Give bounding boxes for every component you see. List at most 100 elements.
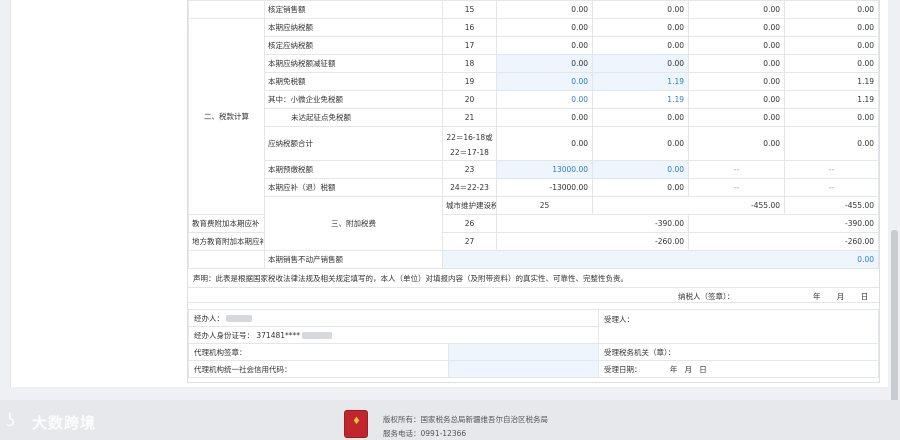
handler-id-cell: 经办人身份证号： 371481**** — [187, 326, 600, 344]
line-number: 26 — [442, 214, 497, 233]
value-cell: 0.00 — [496, 126, 593, 161]
item-label: 未达起征点免税额 — [264, 108, 443, 127]
line-number: 18 — [442, 54, 497, 73]
redacted-id — [302, 332, 333, 339]
line-formula-1: 22＝16-18或 — [446, 132, 493, 142]
item-label: 城市维护建设税本期应补（退）税额 — [442, 196, 497, 215]
line-number: 17 — [442, 36, 497, 55]
line-number: 22＝16-18或 22＝17-18 — [442, 126, 497, 161]
value-cell: 1.19 — [784, 72, 879, 91]
handler-label: 经办人： — [194, 313, 224, 323]
declaration-text: 声明：此表是根据国家税收法律法规及相关规定填写的，本人（单位）对填报内容（及附带… — [188, 269, 879, 288]
value-cell: 0.00 — [496, 0, 593, 19]
input-cell[interactable]: 1.19 — [592, 72, 689, 91]
receive-date-ymd: 年 月 日 — [669, 364, 707, 374]
receiver-office-cell: 受理税务机关（章）： — [598, 343, 880, 361]
prepaid-input[interactable]: 0.00 — [592, 160, 689, 179]
section-tax-calc: 二、税款计算 — [188, 18, 265, 215]
value-cell: -455.00 — [592, 196, 785, 215]
tax-form: 核定销售额 15 0.00 0.00 0.00 0.00 二、税款计算 本期应纳… — [187, 0, 880, 383]
value-cell: 0.00 — [688, 90, 785, 109]
agency-seal-cell: 代理机构签章： — [188, 343, 449, 361]
item-label: 本期应纳税额减征额 — [264, 54, 443, 73]
value-cell: -- — [688, 160, 785, 179]
tax-calc-table: 核定销售额 15 0.00 0.00 0.00 0.00 二、税款计算 本期应纳… — [188, 0, 879, 269]
line-number: 19 — [442, 72, 497, 91]
input-cell[interactable]: 0.00 — [496, 72, 593, 91]
item-label: 本期免税额 — [264, 72, 443, 91]
line-number: 23 — [442, 160, 497, 179]
value-cell: 0.00 — [784, 126, 879, 161]
value-cell: -455.00 — [784, 196, 879, 215]
tax-emblem-icon — [344, 410, 368, 438]
value-cell: 0.00 — [688, 108, 785, 127]
line-formula-2: 22＝17-18 — [450, 147, 489, 157]
redacted-name — [226, 315, 253, 322]
value-cell: 0.00 — [688, 126, 785, 161]
value-cell: 0.00 — [496, 36, 593, 55]
table-row: 经办人： 受理人： — [187, 309, 880, 344]
handler-id-label: 经办人身份证号： — [194, 330, 254, 340]
content-panel: 核定销售额 15 0.00 0.00 0.00 0.00 二、税款计算 本期应纳… — [10, 0, 888, 387]
line-number: 24＝22-23 — [442, 178, 497, 197]
table-row: 核定应纳税额 17 0.00 0.00 0.00 0.00 — [189, 36, 879, 55]
value-cell: 0.00 — [784, 54, 879, 73]
receiver-cell: 受理人： — [598, 309, 880, 344]
value-cell: 0.00 — [496, 18, 593, 37]
value-cell: 1.19 — [784, 90, 879, 109]
agency-seal-input[interactable] — [447, 343, 600, 361]
footer-phone: 服务电话：0991-12366 — [383, 429, 467, 438]
item-label: 核定应纳税额 — [264, 36, 443, 55]
input-cell[interactable]: 0.00 — [592, 54, 689, 73]
item-label: 教育费附加本期应补（退）费额 — [188, 214, 265, 233]
value-cell: -260.00 — [496, 232, 689, 251]
value-cell: -- — [784, 178, 879, 197]
input-cell[interactable]: 0.00 — [496, 54, 593, 73]
realestate-input[interactable]: 0.00 — [442, 250, 879, 269]
value-cell: 0.00 — [592, 18, 689, 37]
taxpayer-sign-label: 纳税人（签章）： — [678, 292, 735, 301]
item-label: 应纳税额合计 — [264, 126, 443, 161]
agency-seal-label: 代理机构签章： — [194, 347, 247, 357]
footer-copyright: 版权所有：国家税务总局新疆维吾尔自治区税务局 — [383, 415, 548, 424]
value-cell: 0.00 — [592, 178, 689, 197]
line-number: 16 — [442, 18, 497, 37]
item-label: 核定销售额 — [264, 0, 443, 19]
value-cell: 0.00 — [688, 72, 785, 91]
value-cell: 0.00 — [496, 90, 593, 109]
item-label: 本期销售不动产销售额 — [264, 250, 443, 269]
line-number: 21 — [442, 108, 497, 127]
value-cell: 0.00 — [784, 0, 879, 19]
table-row: 三、附加税费 城市维护建设税本期应补（退）税额 25 -455.00 -455.… — [189, 196, 879, 251]
item-label: 本期预缴税额 — [264, 160, 443, 179]
value-cell: -390.00 — [688, 214, 879, 233]
table-row: 应纳税额合计 22＝16-18或 22＝17-18 0.00 0.00 0.00… — [189, 126, 879, 161]
section-cell — [188, 0, 265, 19]
value-cell: 0.00 — [592, 108, 689, 127]
value-cell: -260.00 — [688, 232, 879, 251]
line-number: 27 — [442, 232, 497, 251]
value-cell: 0.00 — [784, 108, 879, 127]
section-surtax: 三、附加税费 — [264, 196, 443, 251]
prepaid-input[interactable]: 13000.00 — [496, 160, 593, 179]
value-cell: -390.00 — [496, 214, 689, 233]
value-cell: 0.00 — [688, 54, 785, 73]
table-row: 本期应补（退）税额 24＝22-23 -13000.00 0.00 -- -- — [189, 178, 879, 197]
table-row: 本期免税额 19 0.00 1.19 0.00 1.19 — [189, 72, 879, 91]
table-row: 代理机构统一社会信用代码： 受理日期： 年 月 日 — [188, 360, 880, 378]
line-number: 25 — [496, 196, 593, 215]
value-cell: 0.00 — [688, 18, 785, 37]
receive-date-label: 受理日期： — [604, 364, 642, 374]
sign-date-label: 年 月 日 — [813, 292, 869, 301]
table-row: 核定销售额 15 0.00 0.00 0.00 0.00 — [188, 0, 879, 19]
receiver-label: 受理人： — [604, 315, 635, 324]
agency-code-input[interactable] — [447, 360, 600, 378]
value-cell: 0.00 — [592, 36, 689, 55]
section-cell — [188, 250, 265, 269]
line-number: 15 — [442, 0, 497, 19]
item-label: 本期应纳税额 — [264, 18, 443, 37]
table-row: 本期应纳税额减征额 18 0.00 0.00 0.00 0.00 — [189, 54, 879, 73]
taxpayer-signature-row: 纳税人（签章）： 年 月 日 — [188, 288, 879, 303]
value-cell: -- — [784, 160, 879, 179]
table-row: 代理机构签章： 受理税务机关（章）： — [188, 343, 880, 361]
